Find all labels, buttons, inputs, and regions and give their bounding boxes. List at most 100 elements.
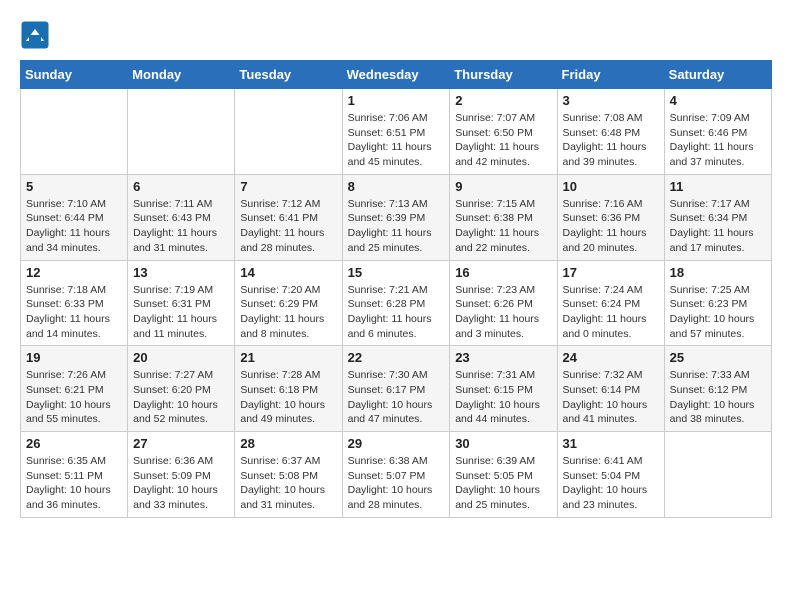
day-info: Sunrise: 7:18 AM Sunset: 6:33 PM Dayligh…: [26, 283, 122, 342]
day-info: Sunrise: 7:13 AM Sunset: 6:39 PM Dayligh…: [348, 197, 445, 256]
day-cell: 29 Sunrise: 6:38 AM Sunset: 5:07 PM Dayli…: [342, 432, 450, 518]
day-cell: 6 Sunrise: 7:11 AM Sunset: 6:43 PM Daylig…: [128, 174, 235, 260]
weekday-header-thursday: Thursday: [450, 61, 557, 89]
day-number: 15: [348, 265, 445, 280]
day-info: Sunrise: 7:15 AM Sunset: 6:38 PM Dayligh…: [455, 197, 551, 256]
day-cell: 10 Sunrise: 7:16 AM Sunset: 6:36 PM Dayli…: [557, 174, 664, 260]
day-cell: [128, 89, 235, 175]
day-cell: 13Sunrise: 7:19 AM Sunset: 6:31 PM Dayli…: [128, 260, 235, 346]
day-info: Sunrise: 7:11 AM Sunset: 6:43 PM Dayligh…: [133, 197, 229, 256]
weekday-header-row: SundayMondayTuesdayWednesdayThursdayFrid…: [21, 61, 772, 89]
day-info: Sunrise: 7:07 AM Sunset: 6:50 PM Dayligh…: [455, 111, 551, 170]
day-cell: 9Sunrise: 7:15 AM Sunset: 6:38 PM Daylig…: [450, 174, 557, 260]
day-info: Sunrise: 6:36 AM Sunset: 5:09 PM Dayligh…: [133, 454, 229, 513]
day-number: 29: [348, 436, 445, 451]
day-cell: 4 Sunrise: 7:09 AM Sunset: 6:46 PM Daylig…: [664, 89, 771, 175]
day-info: Sunrise: 7:25 AM Sunset: 6:23 PM Dayligh…: [670, 283, 766, 342]
week-row-1: 1 Sunrise: 7:06 AM Sunset: 6:51 PM Daylig…: [21, 89, 772, 175]
day-cell: 19 Sunrise: 7:26 AM Sunset: 6:21 PM Dayli…: [21, 346, 128, 432]
day-number: 16: [455, 265, 551, 280]
day-number: 17: [563, 265, 659, 280]
day-number: 3: [563, 93, 659, 108]
day-cell: 27 Sunrise: 6:36 AM Sunset: 5:09 PM Dayli…: [128, 432, 235, 518]
day-info: Sunrise: 7:24 AM Sunset: 6:24 PM Dayligh…: [563, 283, 659, 342]
day-info: Sunrise: 7:20 AM Sunset: 6:29 PM Dayligh…: [240, 283, 336, 342]
weekday-header-saturday: Saturday: [664, 61, 771, 89]
day-info: Sunrise: 6:35 AM Sunset: 5:11 PM Dayligh…: [26, 454, 122, 513]
day-cell: 31 Sunrise: 6:41 AM Sunset: 5:04 PM Dayli…: [557, 432, 664, 518]
day-info: Sunrise: 6:41 AM Sunset: 5:04 PM Dayligh…: [563, 454, 659, 513]
day-number: 5: [26, 179, 122, 194]
day-info: Sunrise: 7:12 AM Sunset: 6:41 PM Dayligh…: [240, 197, 336, 256]
weekday-header-friday: Friday: [557, 61, 664, 89]
week-row-3: 12Sunrise: 7:18 AM Sunset: 6:33 PM Dayli…: [21, 260, 772, 346]
day-cell: 1 Sunrise: 7:06 AM Sunset: 6:51 PM Daylig…: [342, 89, 450, 175]
day-info: Sunrise: 7:09 AM Sunset: 6:46 PM Dayligh…: [670, 111, 766, 170]
day-info: Sunrise: 7:28 AM Sunset: 6:18 PM Dayligh…: [240, 368, 336, 427]
day-number: 24: [563, 350, 659, 365]
day-cell: 5 Sunrise: 7:10 AM Sunset: 6:44 PM Daylig…: [21, 174, 128, 260]
day-info: Sunrise: 7:30 AM Sunset: 6:17 PM Dayligh…: [348, 368, 445, 427]
day-number: 6: [133, 179, 229, 194]
logo-icon: [20, 20, 50, 50]
day-info: Sunrise: 7:32 AM Sunset: 6:14 PM Dayligh…: [563, 368, 659, 427]
day-info: Sunrise: 6:38 AM Sunset: 5:07 PM Dayligh…: [348, 454, 445, 513]
page-header: [20, 20, 772, 50]
day-cell: 20 Sunrise: 7:27 AM Sunset: 6:20 PM Dayli…: [128, 346, 235, 432]
day-number: 1: [348, 93, 445, 108]
day-number: 22: [348, 350, 445, 365]
weekday-header-sunday: Sunday: [21, 61, 128, 89]
day-number: 2: [455, 93, 551, 108]
day-cell: 22 Sunrise: 7:30 AM Sunset: 6:17 PM Dayli…: [342, 346, 450, 432]
day-number: 7: [240, 179, 336, 194]
day-info: Sunrise: 7:21 AM Sunset: 6:28 PM Dayligh…: [348, 283, 445, 342]
day-cell: 24 Sunrise: 7:32 AM Sunset: 6:14 PM Dayli…: [557, 346, 664, 432]
week-row-2: 5 Sunrise: 7:10 AM Sunset: 6:44 PM Daylig…: [21, 174, 772, 260]
day-cell: 3 Sunrise: 7:08 AM Sunset: 6:48 PM Daylig…: [557, 89, 664, 175]
day-info: Sunrise: 7:06 AM Sunset: 6:51 PM Dayligh…: [348, 111, 445, 170]
day-number: 30: [455, 436, 551, 451]
day-number: 28: [240, 436, 336, 451]
day-number: 27: [133, 436, 229, 451]
day-number: 26: [26, 436, 122, 451]
day-info: Sunrise: 7:16 AM Sunset: 6:36 PM Dayligh…: [563, 197, 659, 256]
day-cell: 23Sunrise: 7:31 AM Sunset: 6:15 PM Dayli…: [450, 346, 557, 432]
day-number: 14: [240, 265, 336, 280]
day-number: 31: [563, 436, 659, 451]
day-number: 4: [670, 93, 766, 108]
day-number: 20: [133, 350, 229, 365]
day-info: Sunrise: 7:31 AM Sunset: 6:15 PM Dayligh…: [455, 368, 551, 427]
week-row-5: 26 Sunrise: 6:35 AM Sunset: 5:11 PM Dayli…: [21, 432, 772, 518]
day-cell: 18 Sunrise: 7:25 AM Sunset: 6:23 PM Dayli…: [664, 260, 771, 346]
day-cell: 17 Sunrise: 7:24 AM Sunset: 6:24 PM Dayli…: [557, 260, 664, 346]
day-info: Sunrise: 7:19 AM Sunset: 6:31 PM Dayligh…: [133, 283, 229, 342]
day-number: 11: [670, 179, 766, 194]
day-cell: 15 Sunrise: 7:21 AM Sunset: 6:28 PM Dayli…: [342, 260, 450, 346]
day-number: 18: [670, 265, 766, 280]
day-info: Sunrise: 7:08 AM Sunset: 6:48 PM Dayligh…: [563, 111, 659, 170]
day-info: Sunrise: 6:39 AM Sunset: 5:05 PM Dayligh…: [455, 454, 551, 513]
day-cell: 28Sunrise: 6:37 AM Sunset: 5:08 PM Dayli…: [235, 432, 342, 518]
day-number: 25: [670, 350, 766, 365]
day-cell: 11 Sunrise: 7:17 AM Sunset: 6:34 PM Dayli…: [664, 174, 771, 260]
day-info: Sunrise: 7:26 AM Sunset: 6:21 PM Dayligh…: [26, 368, 122, 427]
day-info: Sunrise: 7:17 AM Sunset: 6:34 PM Dayligh…: [670, 197, 766, 256]
day-number: 10: [563, 179, 659, 194]
day-cell: 25 Sunrise: 7:33 AM Sunset: 6:12 PM Dayli…: [664, 346, 771, 432]
day-number: 19: [26, 350, 122, 365]
weekday-header-wednesday: Wednesday: [342, 61, 450, 89]
day-cell: 26 Sunrise: 6:35 AM Sunset: 5:11 PM Dayli…: [21, 432, 128, 518]
day-cell: 30 Sunrise: 6:39 AM Sunset: 5:05 PM Dayli…: [450, 432, 557, 518]
day-info: Sunrise: 7:27 AM Sunset: 6:20 PM Dayligh…: [133, 368, 229, 427]
week-row-4: 19 Sunrise: 7:26 AM Sunset: 6:21 PM Dayli…: [21, 346, 772, 432]
day-cell: 12Sunrise: 7:18 AM Sunset: 6:33 PM Dayli…: [21, 260, 128, 346]
day-number: 8: [348, 179, 445, 194]
day-info: Sunrise: 7:33 AM Sunset: 6:12 PM Dayligh…: [670, 368, 766, 427]
day-number: 21: [240, 350, 336, 365]
day-cell: 7 Sunrise: 7:12 AM Sunset: 6:41 PM Daylig…: [235, 174, 342, 260]
day-cell: [664, 432, 771, 518]
logo: [20, 20, 54, 50]
day-cell: 14 Sunrise: 7:20 AM Sunset: 6:29 PM Dayli…: [235, 260, 342, 346]
day-info: Sunrise: 7:10 AM Sunset: 6:44 PM Dayligh…: [26, 197, 122, 256]
day-cell: [21, 89, 128, 175]
